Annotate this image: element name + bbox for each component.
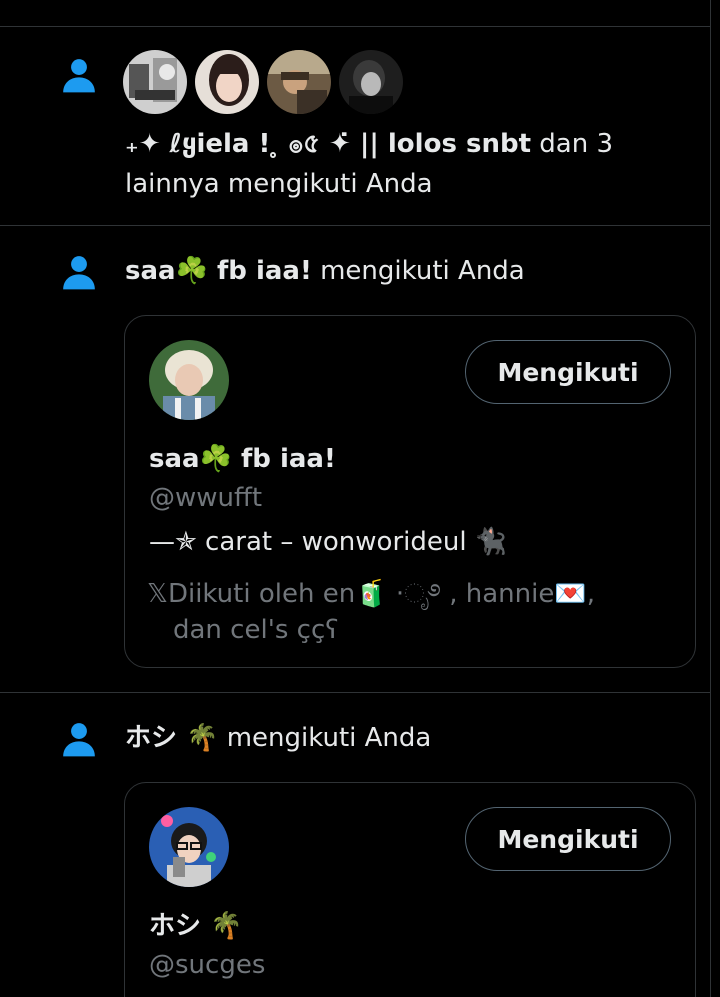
notification-text: ₊✦ ℓყiela ! ̥ ၜ৫ ✦̇ || lolos snbt dan 3 … xyxy=(125,129,613,199)
avatar[interactable] xyxy=(195,50,259,114)
notification-follow[interactable]: saa☘️ fb iaa! mengikuti Anda Mengikuti s… xyxy=(0,226,710,692)
actor-name[interactable]: saa☘️ fb iaa! xyxy=(125,256,312,286)
actor-name[interactable]: ホシ 🌴 xyxy=(125,723,218,753)
following-button[interactable]: Mengikuti xyxy=(465,340,671,404)
avatar[interactable] xyxy=(149,340,229,420)
person-icon xyxy=(60,56,98,94)
user-handle: @sucges xyxy=(149,950,266,980)
following-button[interactable]: Mengikuti xyxy=(465,807,671,871)
scroll-edge xyxy=(710,0,720,997)
avatar[interactable] xyxy=(123,50,187,114)
notification-follow[interactable]: ホシ 🌴 mengikuti Anda Mengikuti ホシ 🌴 @sucg… xyxy=(0,693,710,997)
user-display-name[interactable]: ホシ 🌴 xyxy=(149,908,242,944)
avatar[interactable] xyxy=(149,807,229,887)
user-card[interactable]: Mengikuti saa☘️ fb iaa! @wwufft —✯ carat… xyxy=(124,315,696,668)
actor-name[interactable]: ₊✦ ℓყiela ! ̥ ၜ৫ ✦̇ || lolos snbt xyxy=(125,129,531,159)
user-bio: —✯ carat – wonworideul 🐈‍⬛ xyxy=(149,527,508,557)
avatar[interactable] xyxy=(339,50,403,114)
notification-follow-group[interactable]: ₊✦ ℓყiela ! ̥ ၜ৫ ✦̇ || lolos snbt dan 3 … xyxy=(0,26,710,225)
notification-text: saa☘️ fb iaa! mengikuti Anda xyxy=(125,256,525,286)
followed-by-text: 𝕏Diikuti oleh en🧃 ·ೃ࿔ , hannie💌, dan cel… xyxy=(147,579,595,645)
avatar[interactable] xyxy=(267,50,331,114)
user-handle: @wwufft xyxy=(149,483,263,513)
person-icon xyxy=(60,253,98,291)
user-display-name[interactable]: saa☘️ fb iaa! xyxy=(149,441,336,477)
user-card[interactable]: Mengikuti ホシ 🌴 @sucges xyxy=(124,782,696,997)
person-icon xyxy=(60,720,98,758)
notification-text: ホシ 🌴 mengikuti Anda xyxy=(125,723,432,753)
avatar-stack xyxy=(123,50,403,114)
